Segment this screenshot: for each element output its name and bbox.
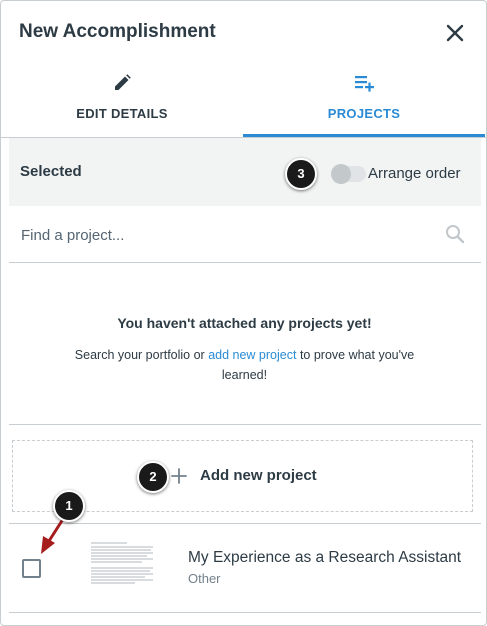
- dialog: New Accomplishment EDIT DETAILS PROJECTS…: [0, 0, 487, 626]
- empty-state-title: You haven't attached any projects yet!: [117, 315, 372, 331]
- tab-projects[interactable]: PROJECTS: [243, 65, 485, 137]
- pencil-icon: [112, 73, 132, 93]
- add-new-project-link[interactable]: add new project: [208, 348, 296, 362]
- tab-edit-details[interactable]: EDIT DETAILS: [1, 65, 243, 135]
- search-input[interactable]: [19, 222, 433, 248]
- project-title[interactable]: My Experience as a Research Assistant: [188, 549, 461, 567]
- callout-1: 1: [53, 490, 85, 522]
- arrange-order-label: Arrange order: [368, 165, 461, 182]
- close-icon[interactable]: [443, 21, 467, 45]
- empty-desc-text: Search your portfolio or: [74, 348, 209, 362]
- divider: [9, 424, 481, 425]
- project-checkbox[interactable]: [22, 559, 41, 578]
- tab-bar: EDIT DETAILS PROJECTS: [1, 65, 486, 138]
- selected-bar: Selected 3 Arrange order: [9, 138, 481, 206]
- dialog-header: New Accomplishment: [1, 1, 486, 65]
- project-row: My Experience as a Research Assistant Ot…: [9, 525, 481, 613]
- callout-2: 2: [137, 461, 169, 493]
- dialog-title: New Accomplishment: [19, 21, 216, 42]
- playlist-add-icon: [354, 73, 374, 93]
- callout-3: 3: [285, 158, 317, 190]
- plus-icon: [170, 467, 188, 485]
- search-icon[interactable]: [445, 224, 465, 244]
- selected-label: Selected: [20, 163, 82, 180]
- project-thumbnail: [87, 538, 159, 588]
- search-row: [9, 207, 481, 263]
- tab-label: PROJECTS: [327, 106, 401, 121]
- tab-label: EDIT DETAILS: [76, 106, 168, 121]
- add-new-project-label: Add new project: [200, 467, 317, 484]
- arrange-order-toggle[interactable]: [331, 164, 366, 184]
- empty-state-description: Search your portfolio or add new project…: [51, 345, 438, 385]
- divider: [9, 523, 481, 524]
- divider: [9, 612, 481, 613]
- toggle-knob: [331, 164, 351, 184]
- project-category: Other: [188, 571, 221, 586]
